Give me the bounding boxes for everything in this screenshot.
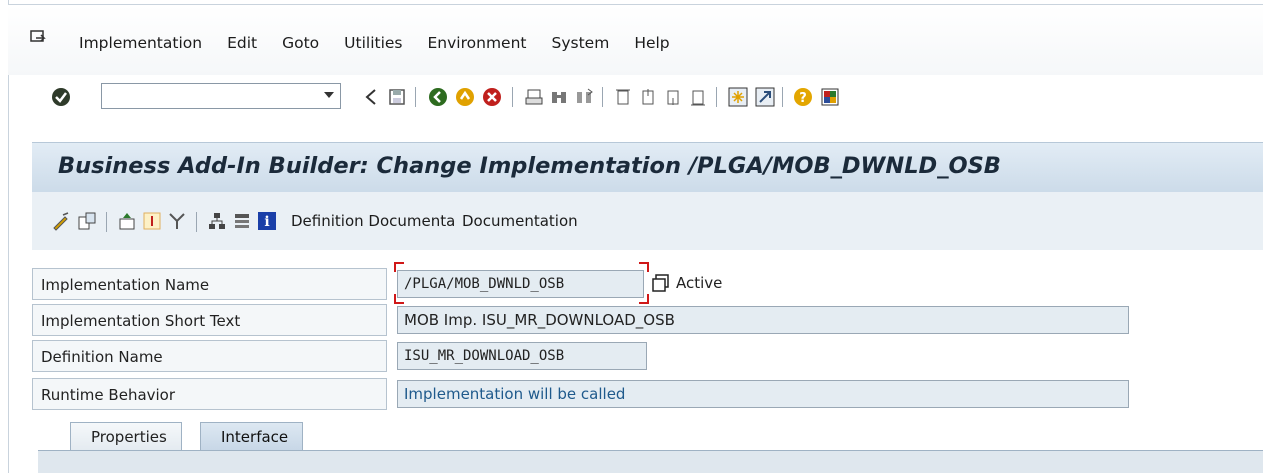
last-page-icon[interactable]	[687, 86, 709, 108]
svg-text:i: i	[264, 214, 269, 230]
previous-page-icon[interactable]	[637, 86, 659, 108]
implementation-name-label: Implementation Name	[32, 268, 387, 300]
short-text-label: Implementation Short Text	[32, 304, 387, 336]
system-menu-icon[interactable]	[30, 30, 46, 46]
title-bar: Business Add-In Builder: Change Implemen…	[32, 142, 1263, 192]
implementation-name-field[interactable]: /PLGA/MOB_DWNLD_OSB	[397, 270, 644, 298]
menu-environment[interactable]: Environment	[428, 34, 527, 52]
short-text-field[interactable]: MOB Imp. ISU_MR_DOWNLOAD_OSB	[397, 306, 1129, 334]
enter-icon[interactable]	[50, 86, 72, 108]
menu-edit[interactable]: Edit	[227, 34, 257, 52]
toolbar-separator	[106, 212, 107, 232]
runtime-behavior-field: Implementation will be called	[397, 380, 1129, 408]
activate-icon[interactable]	[116, 210, 138, 232]
info-highlight-icon[interactable]	[141, 210, 163, 232]
dropdown-arrow-icon[interactable]	[324, 92, 334, 98]
toolbar-separator	[196, 212, 197, 232]
menu-implementation[interactable]: Implementation	[79, 34, 202, 52]
command-field[interactable]	[101, 83, 341, 109]
object-list-icon[interactable]	[650, 272, 672, 294]
display-change-icon[interactable]	[50, 210, 72, 232]
shortcut-icon[interactable]	[754, 86, 776, 108]
toolbar-separator	[415, 87, 416, 107]
find-icon[interactable]	[548, 86, 570, 108]
help-icon[interactable]: ?	[792, 86, 814, 108]
find-next-icon[interactable]	[573, 86, 595, 108]
page-title: Business Add-In Builder: Change Implemen…	[58, 153, 1001, 179]
exit-icon[interactable]	[454, 86, 476, 108]
toolbar-separator	[716, 87, 717, 107]
toolbar-separator	[782, 87, 783, 107]
back-icon[interactable]	[360, 86, 382, 108]
focus-corner	[394, 262, 404, 272]
focus-corner	[394, 294, 404, 304]
tab-interface[interactable]: Interface	[200, 422, 304, 452]
cancel-icon[interactable]	[481, 86, 503, 108]
toolbar-separator	[602, 87, 603, 107]
customize-layout-icon[interactable]	[819, 86, 841, 108]
menu-system[interactable]: System	[552, 34, 610, 52]
other-object-icon[interactable]	[76, 210, 98, 232]
tab-properties[interactable]: Properties	[70, 422, 182, 452]
runtime-behavior-label: Runtime Behavior	[32, 378, 387, 410]
hierarchy-icon[interactable]	[206, 210, 228, 232]
documentation-button[interactable]: Documentation	[462, 212, 578, 230]
focus-corner	[639, 262, 649, 272]
definition-name-field[interactable]: ISU_MR_DOWNLOAD_OSB	[397, 342, 647, 370]
svg-text:?: ?	[799, 91, 807, 106]
back-green-icon[interactable]	[427, 86, 449, 108]
definition-name-label: Definition Name	[32, 340, 387, 372]
implementation-status: Active	[676, 274, 723, 292]
list-icon[interactable]	[231, 210, 253, 232]
first-page-icon[interactable]	[612, 86, 634, 108]
focus-corner	[639, 294, 649, 304]
menu-goto[interactable]: Goto	[282, 34, 319, 52]
toolbar-separator	[512, 87, 513, 107]
definition-documentation-button[interactable]: Definition Documenta	[291, 212, 455, 230]
next-page-icon[interactable]	[662, 86, 684, 108]
new-session-icon[interactable]	[727, 86, 749, 108]
where-used-icon[interactable]	[166, 210, 188, 232]
print-icon[interactable]	[523, 86, 545, 108]
information-icon[interactable]: i	[256, 210, 278, 232]
menu-help[interactable]: Help	[634, 34, 669, 52]
menu-utilities[interactable]: Utilities	[344, 34, 402, 52]
tab-panel	[38, 450, 1263, 473]
save-icon[interactable]	[386, 86, 408, 108]
menu-items: Implementation Edit Goto Utilities Envir…	[79, 34, 695, 52]
